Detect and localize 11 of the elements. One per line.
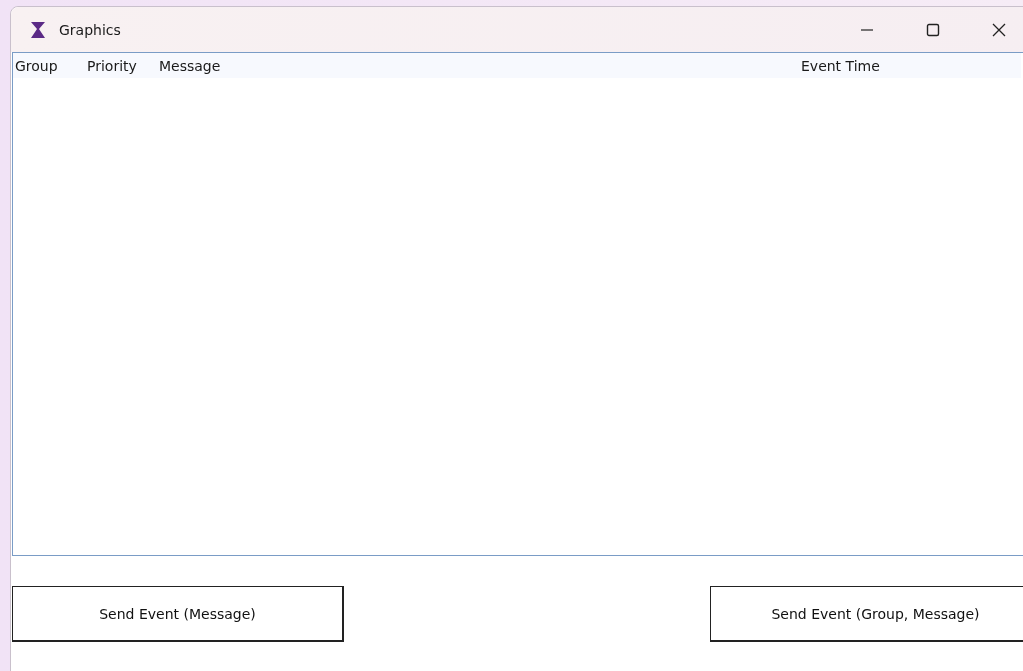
close-icon: [991, 21, 1007, 38]
minimize-icon: [861, 28, 873, 31]
send-event-button[interactable]: Send Event (Group, Message): [710, 586, 1023, 642]
column-header[interactable]: Group: [13, 57, 85, 74]
column-header[interactable]: Event Time: [799, 57, 999, 74]
column-header[interactable]: Priority: [85, 57, 157, 74]
app-icon: [29, 20, 47, 39]
send-event-button[interactable]: Send Event (Message): [12, 586, 344, 642]
window-title: Graphics: [59, 21, 121, 38]
maximize-icon: [926, 22, 940, 37]
column-header[interactable]: Message: [157, 57, 799, 74]
